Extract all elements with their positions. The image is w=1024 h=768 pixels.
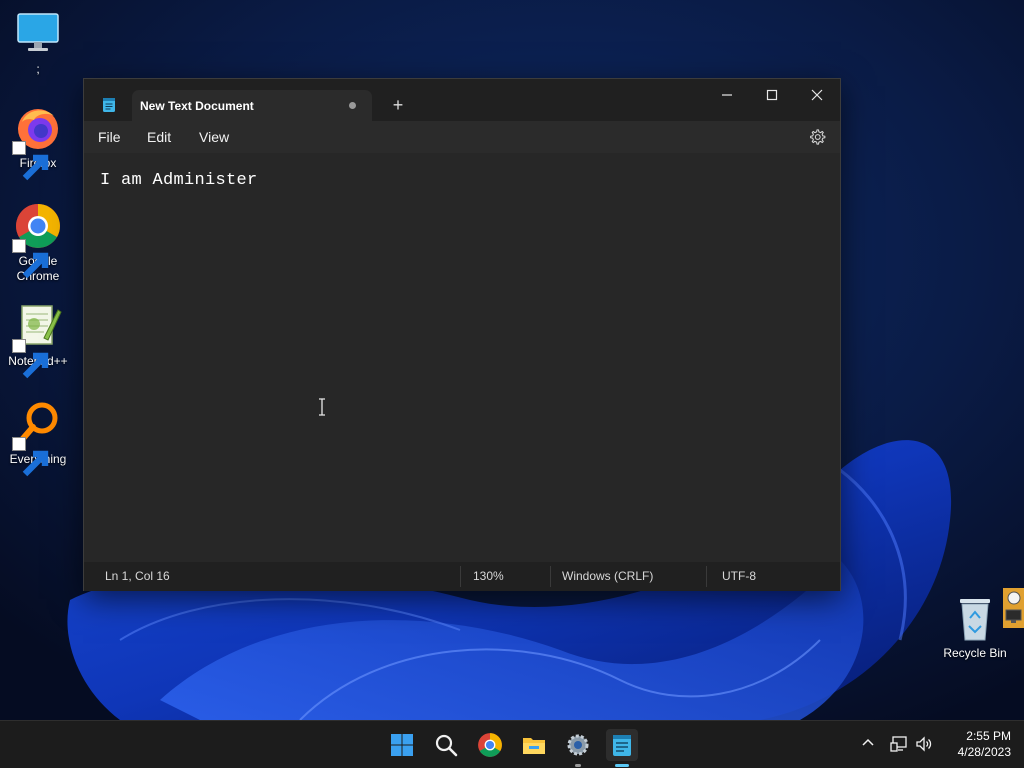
- desktop-icon-recycle-bin[interactable]: Recycle Bin: [940, 596, 1010, 660]
- status-bar: Ln 1, Col 16 130% Windows (CRLF) UTF-8: [84, 562, 840, 591]
- notepad-icon: [613, 735, 631, 756]
- taskbar-file-explorer[interactable]: [518, 729, 550, 761]
- chrome-icon: [12, 202, 62, 279]
- shortcut-arrow-icon: [12, 239, 49, 279]
- tab-title: New Text Document: [140, 99, 254, 113]
- menu-file[interactable]: File: [98, 121, 121, 153]
- show-hidden-icons-chevron-icon[interactable]: [860, 735, 876, 751]
- everything-search-icon: [12, 400, 62, 477]
- network-icon[interactable]: [890, 735, 908, 753]
- running-indicator: [575, 764, 581, 767]
- editor-content[interactable]: I am Administer: [100, 171, 258, 190]
- windows-start-icon: [391, 734, 413, 756]
- recycle-bin-icon: [960, 599, 990, 641]
- settings-gear-icon[interactable]: [808, 128, 826, 146]
- close-icon: [811, 89, 823, 101]
- menu-edit[interactable]: Edit: [147, 121, 171, 153]
- tab-new-text-document[interactable]: New Text Document: [132, 90, 372, 121]
- desktop-icon-label: ;: [36, 62, 40, 76]
- text-cursor-ibeam-icon: [319, 398, 325, 416]
- notepadpp-icon: [12, 302, 62, 379]
- desktop-icon-label: Recycle Bin: [943, 646, 1007, 660]
- maximize-icon: [766, 89, 778, 101]
- status-divider: [460, 566, 461, 587]
- notepad-window: New Text Document + File Edit View I am …: [83, 78, 841, 591]
- text-editor-area[interactable]: I am Administer: [84, 153, 840, 558]
- notepad-app-icon: [103, 98, 115, 112]
- menu-view[interactable]: View: [199, 121, 229, 153]
- status-divider: [550, 566, 551, 587]
- status-line-ending: Windows (CRLF): [562, 569, 654, 583]
- taskbar-settings[interactable]: [562, 729, 594, 767]
- monitor-icon: [14, 10, 62, 58]
- search-button[interactable]: [430, 729, 462, 761]
- shortcut-arrow-icon: [12, 437, 49, 477]
- file-explorer-icon: [523, 738, 545, 754]
- status-zoom-level: 130%: [473, 569, 504, 583]
- system-widget-icon[interactable]: [1003, 588, 1024, 628]
- desktop-icon-everything[interactable]: Everything: [0, 400, 76, 477]
- taskbar-chrome[interactable]: [474, 729, 506, 761]
- system-clock[interactable]: 2:55 PM 4/28/2023: [945, 728, 1011, 760]
- unsaved-indicator-icon[interactable]: [349, 102, 356, 109]
- minimize-icon: [722, 94, 732, 96]
- minimize-button[interactable]: [704, 79, 750, 111]
- start-button[interactable]: [386, 729, 418, 761]
- status-cursor-position: Ln 1, Col 16: [105, 569, 170, 583]
- new-tab-button[interactable]: +: [386, 93, 410, 117]
- shortcut-arrow-icon: [12, 339, 49, 379]
- desktop-icon-notepadpp[interactable]: Notepad++: [0, 302, 76, 379]
- active-indicator: [615, 764, 629, 767]
- chrome-icon: [478, 733, 502, 757]
- desktop-icon-firefox[interactable]: Firefox: [0, 104, 76, 181]
- title-bar[interactable]: New Text Document +: [84, 79, 840, 121]
- status-encoding: UTF-8: [722, 569, 756, 583]
- firefox-icon: [12, 104, 62, 181]
- menu-bar: File Edit View: [84, 121, 840, 153]
- maximize-button[interactable]: [749, 79, 795, 111]
- close-button[interactable]: [794, 79, 840, 111]
- desktop-icon-monitor[interactable]: ;: [0, 10, 76, 77]
- taskbar: 2:55 PM 4/28/2023: [0, 720, 1024, 768]
- desktop-icon-chrome[interactable]: Google Chrome: [0, 202, 76, 284]
- clock-date: 4/28/2023: [957, 745, 1011, 759]
- status-divider: [706, 566, 707, 587]
- clock-time: 2:55 PM: [966, 729, 1011, 743]
- volume-icon[interactable]: [915, 735, 933, 753]
- shortcut-arrow-icon: [12, 141, 49, 181]
- taskbar-notepad[interactable]: [606, 729, 638, 767]
- search-icon: [435, 734, 458, 757]
- settings-icon: [567, 734, 589, 756]
